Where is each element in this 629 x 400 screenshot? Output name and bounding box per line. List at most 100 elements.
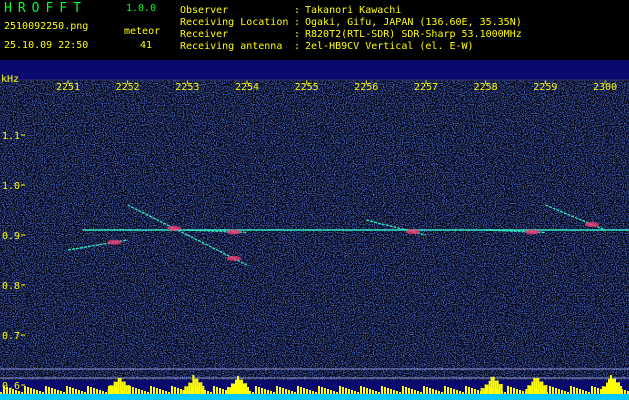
level-burst xyxy=(192,375,195,394)
level-burst xyxy=(533,377,536,394)
level-burst xyxy=(539,381,542,394)
level-burst xyxy=(492,376,495,394)
spectrogram: 2251 2252 2253 2254 2255 2256 2257 2258 2259 2300… xyxy=(0,60,629,400)
level-burst xyxy=(196,378,199,394)
level-burst xyxy=(529,385,532,394)
level-burst xyxy=(480,388,483,394)
level-bar xyxy=(63,392,65,394)
level-burst xyxy=(233,383,235,394)
level-bar xyxy=(105,392,107,394)
level-burst xyxy=(608,378,610,394)
level-bar xyxy=(150,386,152,394)
level-bar xyxy=(330,390,332,394)
app-version: 1.0.0 xyxy=(126,3,157,14)
level-bar xyxy=(561,390,563,394)
level-bar xyxy=(507,386,509,394)
meteor-head-echo xyxy=(525,229,540,235)
level-burst xyxy=(604,386,606,394)
level-burst xyxy=(525,389,528,394)
receiver-label: Receiver xyxy=(180,29,229,40)
level-bar xyxy=(558,389,560,394)
level-burst xyxy=(125,385,128,394)
level-bar xyxy=(252,392,254,394)
level-burst xyxy=(527,385,530,394)
level-bar xyxy=(504,392,506,394)
meteor-head-echo xyxy=(405,229,420,235)
level-bar xyxy=(372,390,374,394)
level-bar xyxy=(363,387,365,394)
level-bar xyxy=(6,387,8,394)
level-burst xyxy=(490,377,493,394)
level-burst xyxy=(543,385,546,394)
level-bar xyxy=(351,390,353,394)
level-bar xyxy=(420,392,422,394)
level-bar xyxy=(267,390,269,394)
level-bar xyxy=(522,391,524,394)
receiver-value: R820T2(RTL-SDR) SDR-Sharp 53.1000MHz xyxy=(305,29,522,40)
level-burst xyxy=(243,383,245,394)
level-bar xyxy=(288,390,290,394)
level-burst xyxy=(127,385,130,394)
level-burst xyxy=(482,388,485,394)
level-burst xyxy=(620,386,622,394)
level-burst xyxy=(498,384,501,394)
level-bar xyxy=(591,386,593,394)
level-bar xyxy=(171,386,173,394)
level-burst xyxy=(231,383,233,394)
level-bar xyxy=(552,387,554,394)
level-bar xyxy=(549,386,551,394)
level-bar xyxy=(213,386,215,394)
level-bar xyxy=(264,389,266,394)
level-burst xyxy=(113,381,116,394)
meteor-head-echo xyxy=(167,225,182,231)
receiver-sep: : xyxy=(294,29,301,40)
level-bar xyxy=(18,391,20,394)
meteor-count: 41 xyxy=(140,40,153,51)
level-burst xyxy=(535,378,538,394)
level-burst xyxy=(500,384,503,394)
level-bar xyxy=(138,389,140,394)
level-burst xyxy=(184,386,187,394)
level-bar xyxy=(471,388,473,394)
level-bar xyxy=(384,387,386,394)
level-burst xyxy=(602,386,604,394)
level-burst xyxy=(494,380,497,394)
level-bar xyxy=(219,388,221,394)
level-burst xyxy=(496,380,499,394)
level-bar xyxy=(588,392,590,394)
level-bar xyxy=(381,386,383,394)
level-bar xyxy=(339,386,341,394)
level-bar xyxy=(513,388,515,394)
level-bar xyxy=(156,388,158,394)
level-bar xyxy=(249,391,251,394)
level-burst xyxy=(123,381,126,394)
level-bar xyxy=(474,389,476,394)
level-bar xyxy=(390,389,392,394)
level-burst xyxy=(484,384,487,394)
level-bar xyxy=(399,392,401,394)
level-bar xyxy=(477,390,479,394)
level-burst xyxy=(115,381,118,394)
level-bar xyxy=(594,387,596,394)
level-burst xyxy=(545,385,548,394)
meteor-head-echo xyxy=(107,239,122,245)
level-bar xyxy=(579,389,581,394)
app-title: HROFFT xyxy=(4,1,87,16)
level-bar xyxy=(597,388,599,394)
level-bar xyxy=(402,386,404,394)
level-bar xyxy=(255,386,257,394)
level-bar xyxy=(303,388,305,394)
y-tick-label: 1.1 xyxy=(2,131,20,142)
observer-value: Takanori Kawachi xyxy=(305,5,402,16)
level-bar xyxy=(144,391,146,394)
level-bar xyxy=(21,392,23,394)
timestamp: 25.10.09 22:50 xyxy=(4,40,89,51)
level-bar xyxy=(444,386,446,394)
level-bar xyxy=(69,387,71,394)
level-burst xyxy=(618,382,620,394)
level-bar xyxy=(333,391,335,394)
level-burst xyxy=(537,377,540,394)
level-bar xyxy=(141,390,143,394)
y-tick-label: 0.8 xyxy=(2,281,20,292)
level-bar xyxy=(429,388,431,394)
